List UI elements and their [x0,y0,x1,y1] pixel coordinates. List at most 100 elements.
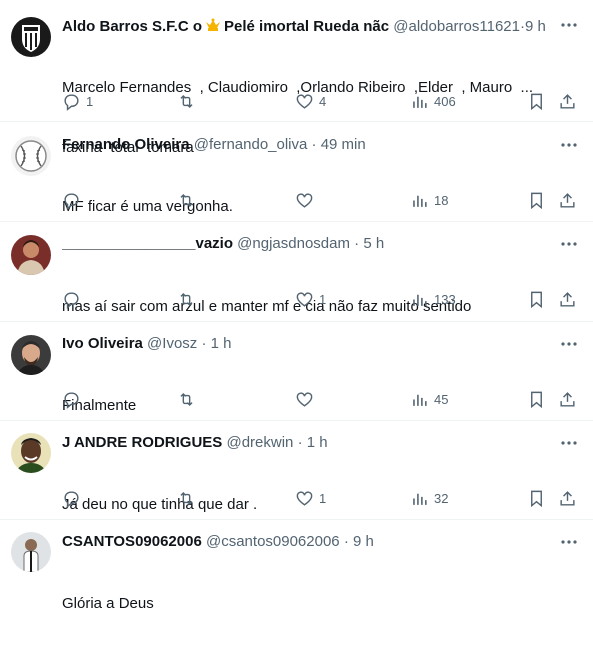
reply-tweet[interactable]: CSANTOS09062006 @csantos09062006 · 9 h G… [0,520,593,612]
share-button[interactable] [558,487,577,509]
person-avatar-icon [11,532,51,572]
person-avatar-icon [11,433,51,473]
views-chart-icon [413,294,427,306]
tweet-header: Ivo Oliveira @Ivosz · 1 h [62,334,553,354]
avatar[interactable] [11,433,51,473]
display-name[interactable]: Fernando Oliveira [62,136,190,153]
tweet-actions: 1 4 406 [52,90,580,112]
share-icon [560,490,575,506]
retweet-icon [180,94,193,108]
more-options-icon[interactable] [559,234,579,254]
reply-tweet[interactable]: Ivo Oliveira @Ivosz · 1 h Finalmente 45 [0,322,593,421]
avatar[interactable] [11,17,51,57]
reply-button[interactable]: 1 [62,90,93,112]
share-button[interactable] [558,90,577,112]
bookmark-button[interactable] [527,487,546,509]
display-name[interactable]: J ANDRE RODRIGUES [62,434,222,451]
views-chart-icon [413,493,427,505]
like-button[interactable] [295,388,319,410]
share-button[interactable] [558,388,577,410]
reply-tweet[interactable]: J ANDRE RODRIGUES @drekwin · 1 h Já deu … [0,421,593,520]
reply-button[interactable] [62,288,86,310]
share-button[interactable] [558,189,577,211]
view-count: 45 [434,391,449,407]
reply-tweet[interactable]: Fernando Oliveira @fernando_oliva · 49 m… [0,122,593,222]
like-button[interactable] [295,189,319,211]
reply-feed: Aldo Barros S.F.C o Pelé imortal Rueda nã… [0,0,593,612]
retweet-button[interactable] [177,388,201,410]
more-options-icon[interactable] [559,135,579,155]
reply-button[interactable] [62,189,86,211]
timestamp[interactable]: 9 h [525,18,546,35]
display-name[interactable]: ________________vazio [62,235,233,252]
bookmark-button[interactable] [527,288,546,310]
tweet-text: Glória a Deus [62,554,563,654]
person-avatar-icon [11,235,51,275]
retweet-icon [180,292,193,306]
heart-icon [296,490,313,506]
bookmark-icon [531,93,542,110]
user-handle[interactable]: @aldobarros11621 [393,18,520,35]
more-options-icon[interactable] [559,433,579,453]
user-handle[interactable]: @Ivosz [147,335,197,352]
share-button[interactable] [558,288,577,310]
view-count: 406 [434,93,456,109]
timestamp[interactable]: 1 h [307,434,328,451]
user-handle[interactable]: @fernando_oliva [194,136,308,153]
display-name[interactable]: Aldo Barros S.F.C o [62,18,202,35]
share-icon [560,391,575,407]
reply-icon [64,93,79,111]
retweet-button[interactable] [177,288,201,310]
user-handle[interactable]: @ngjasdnosdam [237,235,350,252]
display-name-suffix[interactable]: Pelé imortal Rueda nãc [224,18,389,35]
reply-tweet[interactable]: Aldo Barros S.F.C o Pelé imortal Rueda nã… [0,0,593,156]
avatar[interactable] [11,532,51,572]
user-handle[interactable]: @csantos09062006 [206,533,340,550]
bookmark-button[interactable] [527,388,546,410]
timestamp[interactable]: 1 h [211,335,232,352]
reply-button[interactable] [62,388,86,410]
more-options-icon[interactable] [559,334,579,354]
reply-button[interactable] [62,487,86,509]
views-button[interactable]: 32 [410,487,448,509]
views-button[interactable]: 45 [410,388,448,410]
like-button[interactable]: 1 [295,288,326,310]
reply-icon [64,192,79,210]
bookmark-button[interactable] [527,90,546,112]
avatar[interactable] [11,235,51,275]
tweet-header: Aldo Barros S.F.C o Pelé imortal Rueda nã… [62,17,553,37]
reply-count: 1 [86,93,94,109]
separator-dot: · [311,136,317,153]
views-button[interactable]: 18 [410,189,448,211]
retweet-icon [180,193,193,207]
retweet-button[interactable] [177,487,201,509]
views-button[interactable]: 406 [410,90,456,112]
tweet-actions: 18 [52,189,580,211]
like-button[interactable]: 1 [295,487,326,509]
more-options-icon[interactable] [559,532,579,552]
avatar[interactable] [11,335,51,375]
views-chart-icon [413,195,427,207]
separator-dot: · [343,533,349,550]
display-name[interactable]: CSANTOS09062006 [62,533,202,550]
tweet-header: Fernando Oliveira @fernando_oliva · 49 m… [62,135,553,155]
timestamp[interactable]: 5 h [363,235,384,252]
like-button[interactable]: 4 [295,90,326,112]
reply-tweet[interactable]: ________________vazio @ngjasdnosdam · 5 … [0,222,593,322]
share-icon [560,192,575,208]
reply-icon [64,490,79,508]
timestamp[interactable]: 9 h [353,533,374,550]
retweet-button[interactable] [177,90,201,112]
avatar[interactable] [11,136,51,176]
views-button[interactable]: 133 [410,288,456,310]
user-handle[interactable]: @drekwin [226,434,293,451]
bookmark-icon [531,291,542,308]
reply-icon [64,291,79,309]
heart-icon [296,391,313,407]
display-name[interactable]: Ivo Oliveira [62,335,143,352]
bookmark-button[interactable] [527,189,546,211]
more-options-icon[interactable] [559,15,579,35]
views-chart-icon [413,96,427,108]
timestamp[interactable]: 49 min [321,136,366,153]
retweet-button[interactable] [177,189,201,211]
